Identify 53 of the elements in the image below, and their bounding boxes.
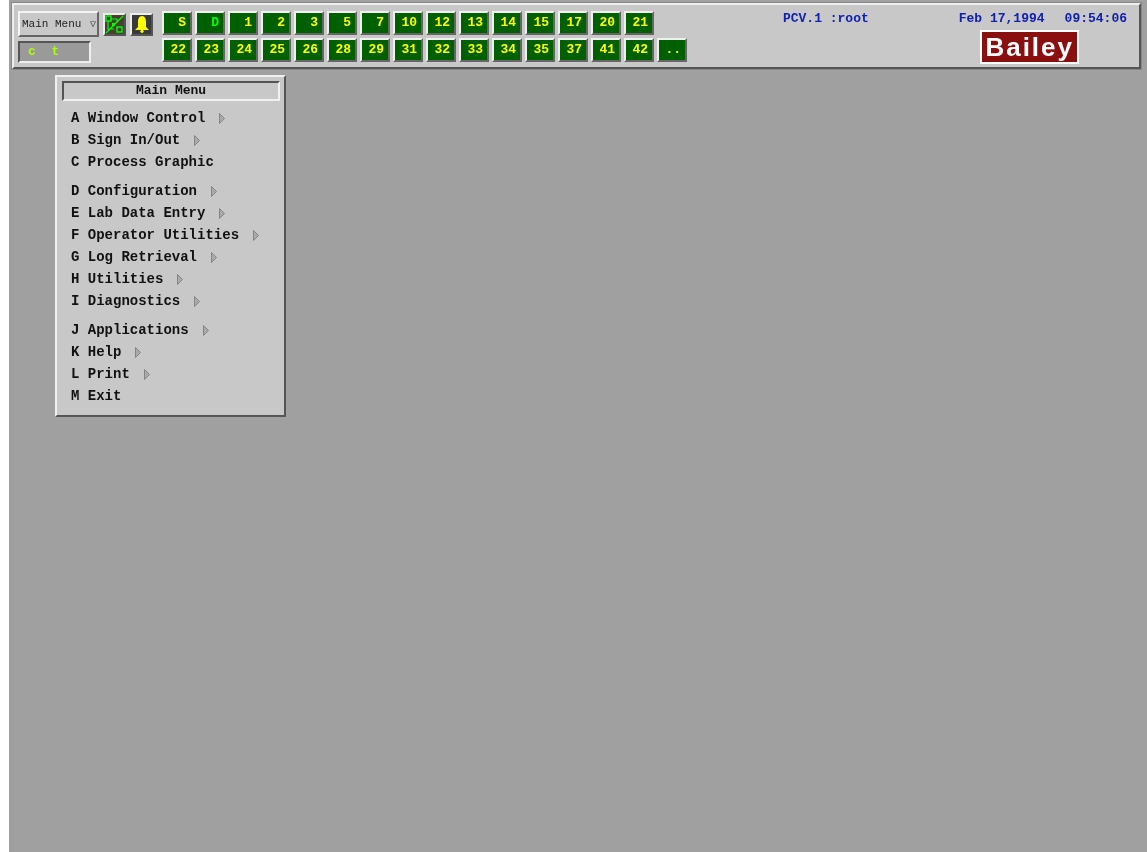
display-key[interactable]: 7: [360, 11, 390, 35]
display-key[interactable]: 41: [591, 38, 621, 62]
display-key[interactable]: 12: [426, 11, 456, 35]
menu-item[interactable]: K Help: [62, 341, 280, 363]
display-key[interactable]: 33: [459, 38, 489, 62]
display-key[interactable]: 32: [426, 38, 456, 62]
display-key[interactable]: 28: [327, 38, 357, 62]
display-key[interactable]: 31: [393, 38, 423, 62]
display-key[interactable]: S: [162, 11, 192, 35]
display-key[interactable]: 13: [459, 11, 489, 35]
display-key[interactable]: 22: [162, 38, 192, 62]
display-key[interactable]: 10: [393, 11, 423, 35]
display-key[interactable]: 35: [525, 38, 555, 62]
clock-text: 09:54:06: [1064, 11, 1127, 26]
menu-item[interactable]: G Log Retrieval: [62, 246, 280, 268]
display-key[interactable]: 5: [327, 11, 357, 35]
menu-item[interactable]: I Diagnostics: [62, 290, 280, 312]
display-key[interactable]: 42: [624, 38, 654, 62]
console-user: PCV.1 :root: [782, 11, 869, 26]
menu-item[interactable]: H Utilities: [62, 268, 280, 290]
display-key[interactable]: 17: [558, 11, 588, 35]
display-key[interactable]: 34: [492, 38, 522, 62]
display-key[interactable]: 20: [591, 11, 621, 35]
display-key[interactable]: 14: [492, 11, 522, 35]
status-field: c t: [18, 41, 91, 63]
date-text: Feb 17,1994: [958, 11, 1045, 26]
menu-item[interactable]: D Configuration: [62, 180, 280, 202]
menu-item[interactable]: E Lab Data Entry: [62, 202, 280, 224]
menu-item[interactable]: C Process Graphic: [62, 151, 280, 173]
display-key[interactable]: 2: [261, 11, 291, 35]
display-key[interactable]: 21: [624, 11, 654, 35]
display-key[interactable]: 3: [294, 11, 324, 35]
display-key[interactable]: 1: [228, 11, 258, 35]
display-key[interactable]: 23: [195, 38, 225, 62]
menu-item[interactable]: F Operator Utilities: [62, 224, 280, 246]
display-key[interactable]: 29: [360, 38, 390, 62]
bell-icon[interactable]: [130, 12, 153, 36]
network-icon[interactable]: [103, 12, 126, 36]
display-key[interactable]: 25: [261, 38, 291, 62]
menu-item[interactable]: J Applications: [62, 319, 280, 341]
display-key[interactable]: 26: [294, 38, 324, 62]
menu-item[interactable]: A Window Control: [62, 107, 280, 129]
menu-dropdown[interactable]: Main Menu ▽: [18, 11, 99, 37]
display-key[interactable]: D: [195, 11, 225, 35]
menu-item[interactable]: M Exit: [62, 385, 280, 407]
display-key[interactable]: ..: [657, 38, 687, 62]
display-key[interactable]: 24: [228, 38, 258, 62]
company-logo: Bailey: [980, 30, 1079, 64]
menu-title: Main Menu: [62, 81, 280, 101]
menu-item[interactable]: B Sign In/Out: [62, 129, 280, 151]
display-key[interactable]: 37: [558, 38, 588, 62]
display-key[interactable]: 15: [525, 11, 555, 35]
menu-item[interactable]: L Print: [62, 363, 280, 385]
